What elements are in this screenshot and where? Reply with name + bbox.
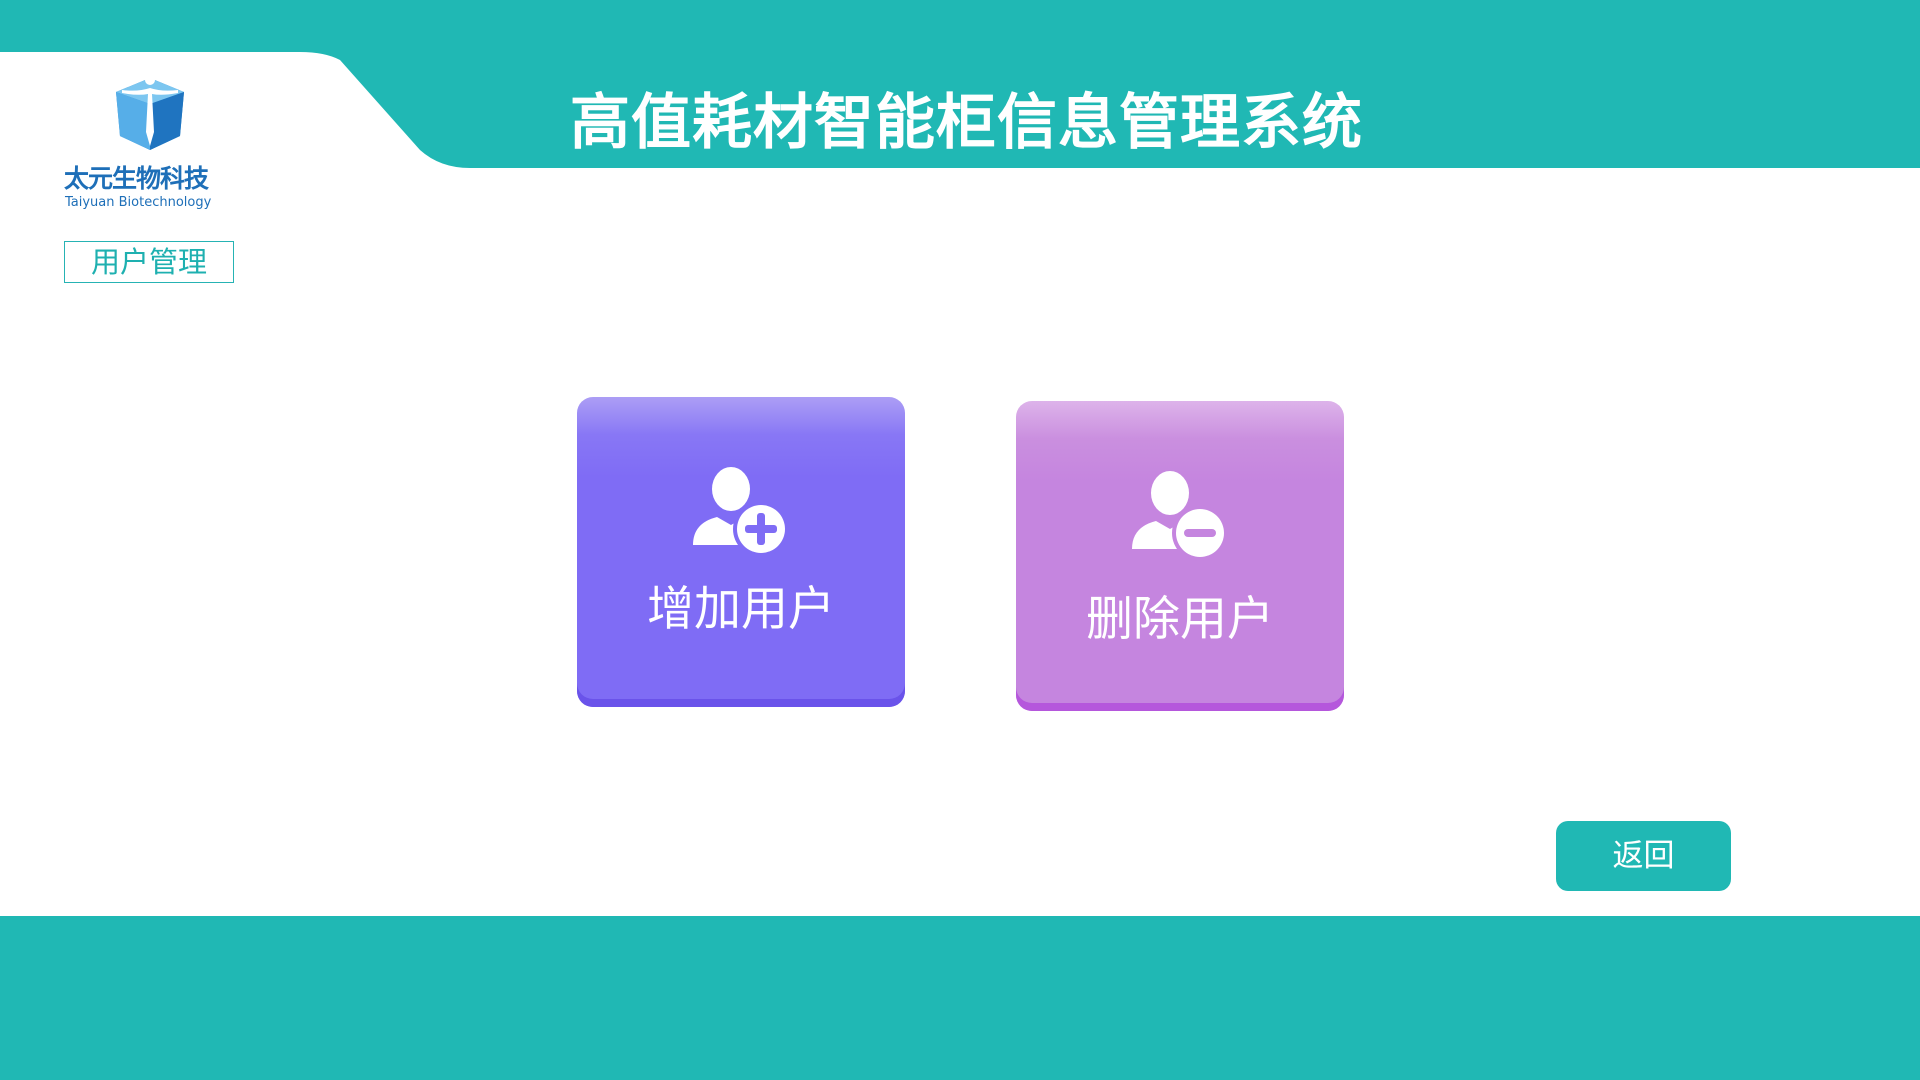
- remove-user-icon: [1132, 471, 1228, 561]
- remove-user-button[interactable]: 删除用户: [1016, 401, 1344, 711]
- add-user-label: 增加用户: [647, 582, 835, 637]
- logo-english-name: Taiyuan Biotechnology: [65, 195, 212, 210]
- company-logo: 太元生物科技 Taiyuan Biotechnology: [60, 70, 240, 215]
- app-title: 高值耗材智能柜信息管理系统: [570, 88, 1363, 158]
- logo-cube-icon: [116, 75, 184, 150]
- logo-chinese-name: 太元生物科技: [64, 164, 209, 193]
- footer-bar: [0, 916, 1920, 1080]
- user-management-screen: 高值耗材智能柜信息管理系统 太元生物科技 Taiyuan Biotechnolo…: [0, 0, 1920, 1080]
- back-button[interactable]: 返回: [1556, 821, 1731, 891]
- add-user-button[interactable]: 增加用户: [577, 397, 905, 707]
- remove-user-label: 删除用户: [1086, 592, 1274, 647]
- add-user-icon: [693, 467, 789, 557]
- section-label: 用户管理: [64, 241, 234, 283]
